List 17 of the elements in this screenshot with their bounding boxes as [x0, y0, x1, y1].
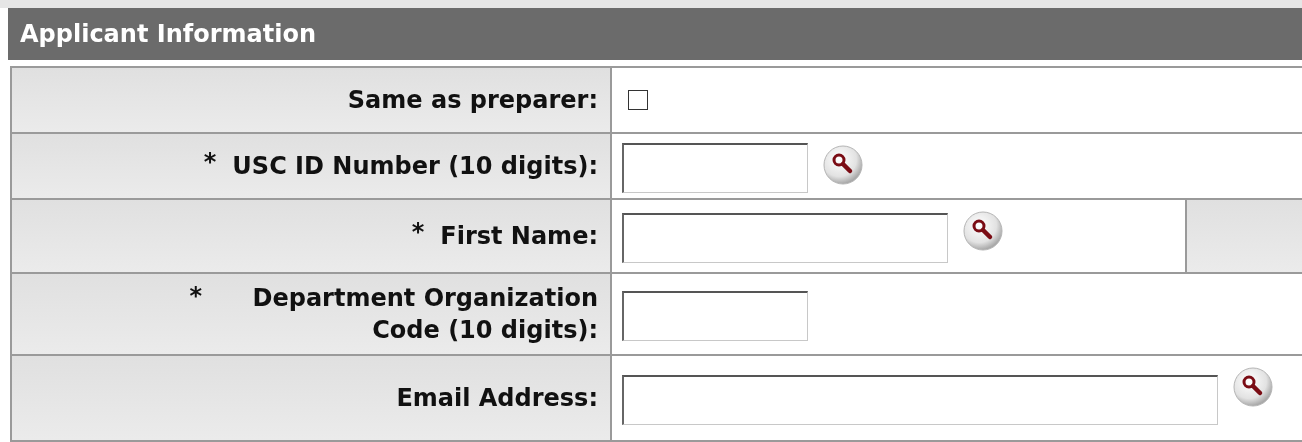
text-field[interactable]	[622, 143, 808, 193]
required-mark: *	[411, 218, 425, 246]
field-label: Same as preparer:	[347, 84, 598, 116]
text-field[interactable]	[622, 213, 948, 263]
required-mark: *	[189, 282, 202, 310]
text-field[interactable]	[622, 375, 1218, 425]
field-label: Email Address:	[396, 382, 598, 414]
search-button[interactable]	[1232, 366, 1274, 408]
search-button[interactable]	[962, 210, 1004, 252]
field-label: Department Organization Code (10 digits):	[251, 282, 598, 346]
search-button[interactable]	[822, 144, 864, 186]
checkbox[interactable]	[628, 90, 648, 110]
text-field[interactable]	[622, 291, 808, 341]
field-label: First Name:	[440, 220, 598, 252]
section-title: Applicant Information	[8, 8, 1302, 60]
field-label: USC ID Number (10 digits):	[232, 150, 598, 182]
required-mark: *	[203, 148, 217, 176]
